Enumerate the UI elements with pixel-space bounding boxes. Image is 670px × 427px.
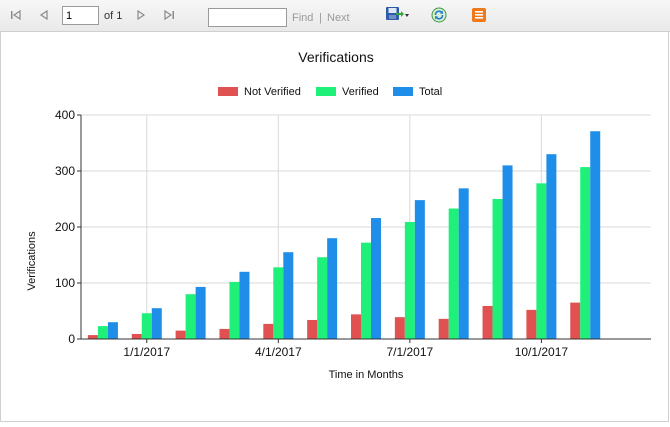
find-input[interactable] xyxy=(208,8,287,27)
bar-not-verified-4-1-2017 xyxy=(263,323,274,339)
bar-not-verified-7-1-2017 xyxy=(394,317,405,339)
legend-label-verified: Verified xyxy=(342,86,379,98)
bar-not-verified-12-1-2016 xyxy=(87,335,98,339)
refresh-icon xyxy=(431,7,447,23)
bar-not-verified-6-1-2017 xyxy=(351,314,361,339)
bar-total-7-1-2017 xyxy=(414,200,425,339)
bar-verified-3-1-2017 xyxy=(229,281,240,339)
y-tick-label: 100 xyxy=(55,276,75,290)
chart-legend: Not Verified Verified Total xyxy=(218,86,442,98)
bar-total-3-1-2017 xyxy=(239,271,250,339)
bar-not-verified-11-1-2017 xyxy=(570,302,581,339)
print-icon xyxy=(472,8,486,22)
y-tick-label: 0 xyxy=(68,332,75,346)
bar-not-verified-8-1-2017 xyxy=(438,318,449,339)
bar-not-verified-5-1-2017 xyxy=(307,319,318,339)
bar-total-2-1-2017 xyxy=(195,286,206,339)
bar-verified-4-1-2017 xyxy=(273,267,284,339)
last-page-icon[interactable] xyxy=(163,9,175,21)
chart-title: Verifications xyxy=(298,49,373,65)
bar-total-6-1-2017 xyxy=(371,218,381,339)
x-tick-label: 7/1/2017 xyxy=(386,345,433,359)
y-tick-label: 200 xyxy=(55,220,75,234)
bar-verified-8-1-2017 xyxy=(448,208,459,339)
bar-verified-12-1-2016 xyxy=(97,326,108,339)
x-tick-label: 4/1/2017 xyxy=(255,345,302,359)
print-button[interactable] xyxy=(471,7,487,23)
legend-label-not-verified: Not Verified xyxy=(244,86,301,98)
legend-swatch-total xyxy=(393,87,413,96)
bar-verified-5-1-2017 xyxy=(317,257,328,339)
bar-not-verified-3-1-2017 xyxy=(219,328,230,339)
bar-verified-7-1-2017 xyxy=(404,221,415,339)
refresh-button[interactable] xyxy=(431,7,447,23)
x-axis-label: Time in Months xyxy=(329,369,404,381)
bar-total-9-1-2017 xyxy=(502,165,513,339)
bar-verified-1-1-2017 xyxy=(141,313,152,339)
bar-total-12-1-2016 xyxy=(107,322,118,339)
y-tick-label: 300 xyxy=(55,164,75,178)
bar-not-verified-10-1-2017 xyxy=(526,309,537,339)
report-viewer-area: Verifications Not Verified Verified Total … xyxy=(0,32,669,422)
x-tick-label: 10/1/2017 xyxy=(515,345,569,359)
bar-total-8-1-2017 xyxy=(458,188,469,339)
report-toolbar: of 1 Find | Next xyxy=(0,0,670,32)
bar-verified-2-1-2017 xyxy=(185,294,196,339)
page-count-label: of 1 xyxy=(104,10,123,22)
verifications-chart: Verifications Not Verified Verified Total … xyxy=(26,49,651,381)
bar-verified-10-1-2017 xyxy=(536,183,547,339)
bar-total-11-1-2017 xyxy=(590,131,601,339)
bar-total-4-1-2017 xyxy=(283,252,294,339)
bar-total-10-1-2017 xyxy=(546,154,557,339)
save-export-icon xyxy=(386,7,409,20)
bar-verified-6-1-2017 xyxy=(361,242,371,339)
bar-not-verified-2-1-2017 xyxy=(175,330,186,339)
x-tick-label: 1/1/2017 xyxy=(123,345,170,359)
chart-bars xyxy=(87,131,601,339)
bar-verified-9-1-2017 xyxy=(492,199,503,339)
legend-swatch-not-verified xyxy=(218,87,238,96)
find-next-link[interactable]: Next xyxy=(327,12,350,24)
page-number-input[interactable] xyxy=(62,6,99,25)
previous-page-icon[interactable] xyxy=(38,9,50,21)
bar-total-5-1-2017 xyxy=(327,238,338,339)
next-page-icon[interactable] xyxy=(135,9,147,21)
bar-not-verified-9-1-2017 xyxy=(482,305,493,339)
find-separator: | xyxy=(319,12,322,24)
y-axis-label: Verifications xyxy=(26,231,38,291)
first-page-icon[interactable] xyxy=(10,9,22,21)
legend-swatch-verified xyxy=(316,87,336,96)
bar-verified-11-1-2017 xyxy=(580,167,591,339)
export-button[interactable] xyxy=(384,5,410,23)
find-link[interactable]: Find xyxy=(292,12,313,24)
legend-label-total: Total xyxy=(419,86,442,98)
bar-total-1-1-2017 xyxy=(151,308,162,339)
y-tick-label: 400 xyxy=(55,108,75,122)
bar-not-verified-1-1-2017 xyxy=(131,333,142,339)
